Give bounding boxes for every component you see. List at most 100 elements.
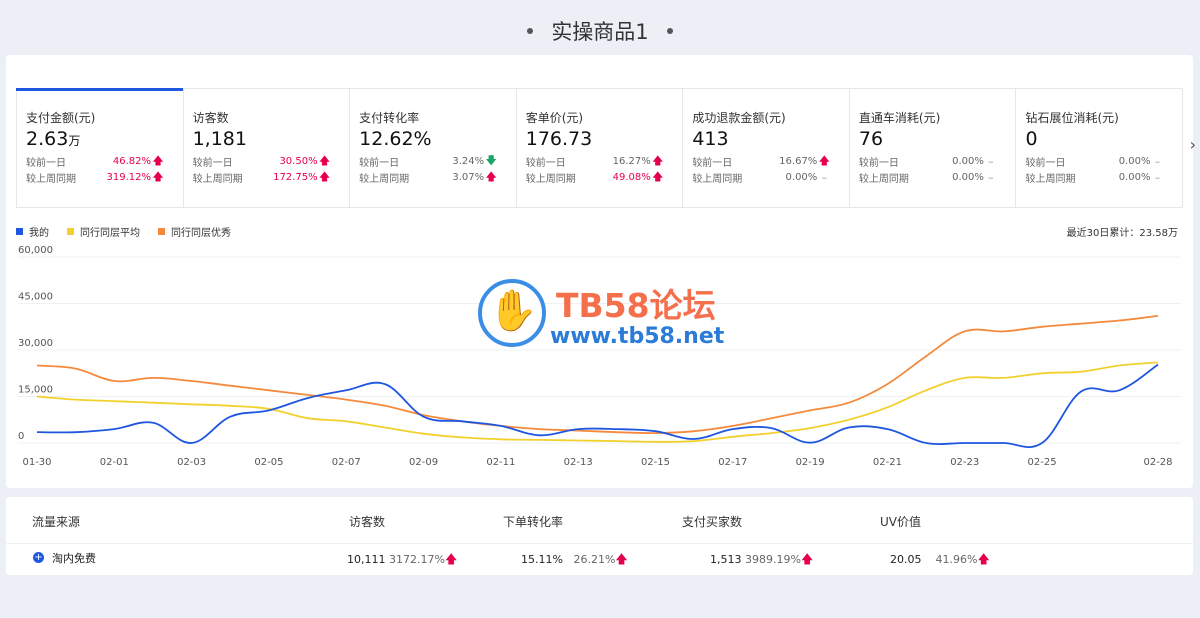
arrow-up-icon: 🡅 xyxy=(318,169,331,183)
y-tick-label: 15,000 xyxy=(18,385,53,396)
x-tick-label: 02-09 xyxy=(409,457,438,468)
metric-cards: 支付金额(元) 2.63万 较前一日 46.82% 🡅 较上周同期 319.12% 🡅 … xyxy=(16,88,1183,208)
row-uv-value: 20.05 41.96%🡅 xyxy=(890,552,990,566)
row-buyers: 1,513 3989.19%🡅 xyxy=(710,552,814,566)
y-tick-label: 0 xyxy=(18,431,24,442)
metric-value: 76 xyxy=(858,128,884,150)
compare-day: 较前一日 3.24% 🡇 xyxy=(359,153,497,169)
y-tick-label: 30,000 xyxy=(18,338,53,349)
legend-swatch-icon xyxy=(16,228,23,235)
metric-card-pay-amount[interactable]: 支付金额(元) 2.63万 较前一日 46.82% 🡅 较上周同期 319.12% 🡅 xyxy=(16,88,184,207)
compare-day: 较前一日 0.00% – xyxy=(859,154,1016,169)
dash-icon: – xyxy=(988,154,994,168)
row-source: 淘内免费 xyxy=(52,552,96,565)
compare-week: 较上周同期 172.75% 🡅 xyxy=(192,169,331,185)
metric-card-conversion[interactable]: 支付转化率 12.62% 较前一日 3.24% 🡇 较上周同期 3.07% 🡅 xyxy=(350,89,517,207)
traffic-table-header: 流量来源 访客数 下单转化率 支付买家数 UV价值 xyxy=(6,497,1193,544)
metric-card-refund[interactable]: 成功退款金额(元) 413 较前一日 16.67% 🡅 较上周同期 0.00% – xyxy=(683,89,850,207)
dash-icon: – xyxy=(988,170,994,184)
page-title: 实操商品1 xyxy=(0,14,1200,48)
legend-swatch-icon xyxy=(158,228,165,235)
x-tick-label: 02-01 xyxy=(100,457,129,468)
hand-icon: ✋ xyxy=(488,288,538,334)
compare-week: 较上周同期 0.00% – xyxy=(859,170,1016,185)
chevron-right-icon[interactable]: › xyxy=(1190,135,1196,154)
x-tick-label: 02-03 xyxy=(177,457,206,468)
x-tick-label: 02-07 xyxy=(332,457,361,468)
metric-value: 176.73 xyxy=(525,128,593,150)
compare-week: 较上周同期 0.00% – xyxy=(692,170,849,185)
page-title-text: 实操商品1 xyxy=(551,20,649,44)
compare-day: 较前一日 0.00% – xyxy=(1025,154,1182,169)
row-order-rate: 15.11% 26.21%🡅 xyxy=(521,552,628,566)
watermark-url: www.tb58.net xyxy=(550,324,725,349)
x-tick-label: 02-19 xyxy=(796,457,825,468)
compare-week: 较上周同期 3.07% 🡅 xyxy=(359,169,497,185)
x-tick-label: 02-11 xyxy=(486,457,515,468)
x-tick-label: 02-15 xyxy=(641,457,670,468)
y-tick-label: 60,000 xyxy=(18,245,53,256)
metric-value: 0 xyxy=(1025,128,1038,150)
metric-card-visitors[interactable]: 访客数 1,181 较前一日 30.50% 🡅 较上周同期 172.75% 🡅 xyxy=(184,89,351,207)
arrow-up-icon: 🡅 xyxy=(800,552,814,566)
plus-circle-icon[interactable]: + xyxy=(33,552,44,563)
col-uv-value[interactable]: UV价值 xyxy=(880,513,921,530)
metric-value: 413 xyxy=(692,128,729,150)
metric-card-diamond-cost[interactable]: 钻石展位消耗(元) 0 较前一日 0.00% – 较上周同期 0.00% – xyxy=(1016,89,1182,207)
compare-day: 较前一日 46.82% 🡅 xyxy=(26,153,164,169)
metric-label: 访客数 xyxy=(192,111,229,125)
col-buyers[interactable]: 支付买家数 xyxy=(682,513,742,530)
compare-day: 较前一日 30.50% 🡅 xyxy=(192,153,331,169)
arrow-up-icon: 🡅 xyxy=(652,169,664,183)
metric-card-ztc-cost[interactable]: 直通车消耗(元) 76 较前一日 0.00% – 较上周同期 0.00% – xyxy=(850,89,1017,207)
watermark: ✋ TB58论坛 www.tb58.net xyxy=(478,273,738,393)
metric-value: 2.63万 xyxy=(26,128,81,150)
compare-day: 较前一日 16.27% 🡅 xyxy=(525,153,664,169)
arrow-up-icon: 🡅 xyxy=(615,552,628,566)
metric-card-unit-price[interactable]: 客单价(元) 176.73 较前一日 16.27% 🡅 较上周同期 49.08% 🡅 xyxy=(517,89,684,207)
metric-value: 1,181 xyxy=(192,128,247,150)
compare-week: 较上周同期 49.08% 🡅 xyxy=(525,169,664,185)
metric-value: 12.62% xyxy=(359,128,432,150)
x-tick-label: 02-28 xyxy=(1143,457,1172,468)
compare-week: 较上周同期 319.12% 🡅 xyxy=(26,169,164,185)
y-tick-label: 45,000 xyxy=(18,292,53,303)
x-tick-label: 02-23 xyxy=(950,457,979,468)
col-source[interactable]: 流量来源 xyxy=(32,513,80,530)
x-tick-label: 02-17 xyxy=(718,457,747,468)
x-tick-label: 01-30 xyxy=(22,457,51,468)
legend-item-mine[interactable]: 我的 xyxy=(16,224,49,239)
chart-total: 最近30日累计：23.58万 xyxy=(1066,228,1178,239)
traffic-panel: 流量来源 访客数 下单转化率 支付买家数 UV价值 + 淘内免费 10,111 … xyxy=(6,497,1193,575)
table-row[interactable]: + 淘内免费 10,111 3172.17%🡅 15.11% 26.21%🡅 1… xyxy=(6,544,1193,572)
title-dot-left xyxy=(527,28,534,34)
row-visitors: 10,111 3172.17%🡅 xyxy=(347,552,458,566)
metric-label: 客单价(元) xyxy=(525,111,584,125)
metric-label: 支付金额(元) xyxy=(26,111,96,125)
arrow-up-icon: 🡅 xyxy=(977,552,990,566)
overview-panel: 支付金额(元) 2.63万 较前一日 46.82% 🡅 较上周同期 319.12% 🡅 … xyxy=(6,55,1196,488)
watermark-title: TB58论坛 xyxy=(556,286,716,325)
metric-label: 支付转化率 xyxy=(359,111,420,125)
metric-label: 成功退款金额(元) xyxy=(692,111,786,125)
col-order-rate[interactable]: 下单转化率 xyxy=(503,513,563,530)
legend-item-excellent[interactable]: 同行同层优秀 xyxy=(158,224,231,239)
x-tick-label: 02-21 xyxy=(873,457,902,468)
dash-icon: – xyxy=(1154,170,1161,184)
chart-legend: 我的 同行同层平均 同行同层优秀 xyxy=(16,224,231,239)
x-tick-label: 02-05 xyxy=(254,457,283,468)
title-dot-right xyxy=(666,28,673,34)
arrow-up-icon: 🡅 xyxy=(444,552,458,566)
arrow-up-icon: 🡅 xyxy=(485,169,497,183)
compare-week: 较上周同期 0.00% – xyxy=(1025,170,1182,185)
dash-icon: – xyxy=(821,170,828,184)
arrow-up-icon: 🡅 xyxy=(818,153,830,167)
x-tick-label: 02-25 xyxy=(1028,457,1057,468)
legend-item-average[interactable]: 同行同层平均 xyxy=(67,224,140,239)
col-visitors[interactable]: 访客数 xyxy=(349,513,385,530)
metric-label: 直通车消耗(元) xyxy=(858,111,941,125)
x-tick-label: 02-13 xyxy=(564,457,593,468)
metric-label: 钻石展位消耗(元) xyxy=(1025,111,1119,125)
legend-swatch-icon xyxy=(67,228,74,235)
dash-icon: – xyxy=(1154,154,1161,168)
